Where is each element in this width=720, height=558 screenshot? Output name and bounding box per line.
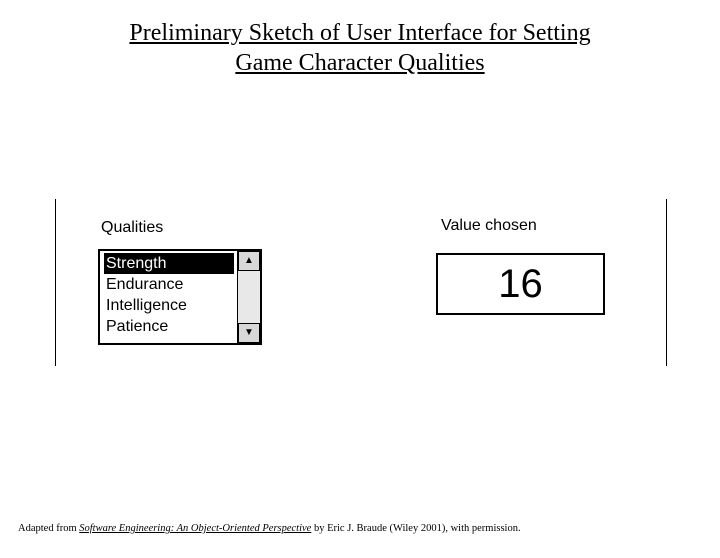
footnote-suffix: by Eric J. Braude (Wiley 2001), with per… xyxy=(311,523,520,534)
scroll-up-button[interactable]: ▲ xyxy=(238,251,260,271)
list-item[interactable]: Intelligence xyxy=(106,295,232,316)
title-line-2: Game Character Qualities xyxy=(235,50,484,76)
qualities-label: Qualities xyxy=(101,219,163,237)
footnote-book-title: Software Engineering: An Object-Oriented… xyxy=(79,523,311,534)
title-line-1: Preliminary Sketch of User Interface for… xyxy=(129,20,590,46)
footnote-prefix: Adapted from xyxy=(18,523,79,534)
qualities-list-items: Strength Endurance Intelligence Patience xyxy=(100,251,238,343)
qualities-listbox[interactable]: Strength Endurance Intelligence Patience… xyxy=(98,249,262,345)
listbox-scrollbar[interactable]: ▲ ▼ xyxy=(237,251,260,343)
value-chosen-display: 16 xyxy=(436,253,605,315)
scroll-down-button[interactable]: ▼ xyxy=(238,323,260,343)
value-chosen-label: Value chosen xyxy=(441,217,537,235)
ui-sketch-panel: Qualities Value chosen Strength Enduranc… xyxy=(55,194,667,371)
slide-title: Preliminary Sketch of User Interface for… xyxy=(0,18,720,78)
list-item[interactable]: Patience xyxy=(106,316,232,337)
list-item[interactable]: Strength xyxy=(104,253,234,274)
list-item[interactable]: Endurance xyxy=(106,274,232,295)
footnote: Adapted from Software Engineering: An Ob… xyxy=(18,523,521,534)
